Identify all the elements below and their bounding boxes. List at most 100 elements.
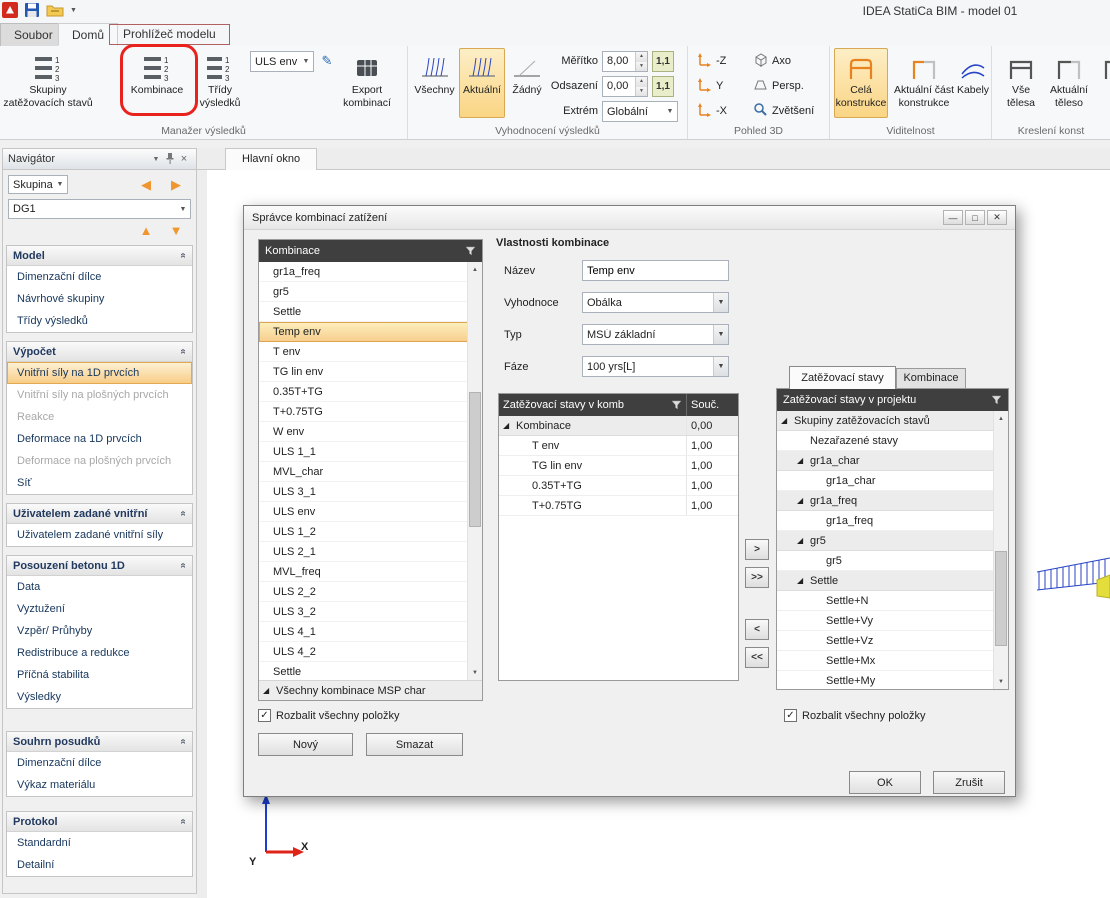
current-solid-button[interactable]: Aktuální těleso <box>1046 48 1092 118</box>
nav-section-header[interactable]: Výpočet» <box>7 342 192 362</box>
group-combo[interactable]: Skupina ▼ <box>8 175 68 194</box>
list-row[interactable]: gr1a_freq <box>259 262 482 282</box>
nav-item[interactable]: Reakce <box>7 406 192 428</box>
offset-toggle[interactable]: 1,1 <box>652 76 674 97</box>
remove-button[interactable]: < <box>745 619 769 640</box>
cables-button[interactable]: Kabely <box>956 48 990 118</box>
app-icon[interactable] <box>2 2 18 18</box>
list-row[interactable]: ULS 3_2 <box>259 602 482 622</box>
grid-row[interactable]: gr1a_freq <box>777 511 1008 531</box>
current-part-button[interactable]: Aktuální část konstrukce <box>892 48 956 118</box>
scroll-thumb[interactable] <box>469 392 481 527</box>
chevron-down-icon[interactable]: ▼ <box>149 156 163 163</box>
list-row[interactable]: 0.35T+TG <box>259 382 482 402</box>
expander-icon[interactable]: ◢ <box>797 536 810 545</box>
list-row[interactable]: ULS 4_1 <box>259 622 482 642</box>
nav-item[interactable]: Výsledky <box>7 686 192 708</box>
cancel-button[interactable]: Zrušit <box>933 771 1005 794</box>
view-minus-x-button[interactable]: -X <box>694 100 746 122</box>
nav-item[interactable]: Standardní <box>7 832 192 854</box>
nav-section-header[interactable]: Protokol» <box>7 812 192 832</box>
list-row[interactable]: MVL_char <box>259 462 482 482</box>
list-row[interactable]: W env <box>259 422 482 442</box>
nav-item[interactable]: Síť <box>7 472 192 494</box>
list-row[interactable]: ULS 3_1 <box>259 482 482 502</box>
nav-item[interactable]: Redistribuce a redukce <box>7 642 192 664</box>
nav-item[interactable]: Vyztužení <box>7 598 192 620</box>
scroll-up-icon[interactable]: ▲ <box>994 411 1008 426</box>
nav-section-header[interactable]: Uživatelem zadané vnitřní» <box>7 504 192 524</box>
phase-combo[interactable]: 100 yrs[L] ▼ <box>582 356 729 377</box>
design-group-combo[interactable]: DG1 ▼ <box>8 199 191 219</box>
grid-row[interactable]: Settle+Mx <box>777 651 1008 671</box>
nav-item[interactable]: Třídy výsledků <box>7 310 192 332</box>
grid-group-row[interactable]: ◢gr1a_char <box>777 451 1008 471</box>
new-button[interactable]: Nový <box>258 733 353 756</box>
all-results-button[interactable]: Všechny <box>412 48 457 118</box>
prev-arrow-button[interactable]: ◀ <box>131 178 161 191</box>
grid-group-row[interactable]: ◢gr5 <box>777 531 1008 551</box>
tab-combinations[interactable]: Kombinace <box>896 368 966 389</box>
list-row[interactable]: ULS 2_2 <box>259 582 482 602</box>
grid-row[interactable]: Settle+Vz <box>777 631 1008 651</box>
evaluation-combo[interactable]: Obálka ▼ <box>582 292 729 313</box>
nav-item[interactable]: Dimenzační dílce <box>7 752 192 774</box>
filter-icon[interactable] <box>671 400 682 410</box>
nav-item[interactable]: Vzpěr/ Průhyby <box>7 620 192 642</box>
nav-item[interactable]: Vnitřní síly na plošných prvcích <box>7 384 192 406</box>
save-icon[interactable] <box>24 2 40 18</box>
nav-item[interactable]: Výkaz materiálu <box>7 774 192 796</box>
grid-row[interactable]: Nezařazené stavy <box>777 431 1008 451</box>
combinations-button[interactable]: 123 Kombinace <box>124 48 190 118</box>
scale-toggle[interactable]: 1,1 <box>652 51 674 72</box>
scroll-down-icon[interactable]: ▼ <box>994 674 1008 689</box>
expand-all-left-checkbox[interactable]: ✓ Rozbalit všechny položky <box>258 709 400 722</box>
view-y-button[interactable]: Y <box>694 75 746 97</box>
view-minus-z-button[interactable]: -Z <box>694 50 746 72</box>
maximize-icon[interactable]: □ <box>965 210 985 225</box>
load-groups-button[interactable]: 123 Skupiny zatěžovacích stavů <box>4 48 92 118</box>
none-results-button[interactable]: Žádný <box>507 48 547 118</box>
grid-row[interactable]: gr1a_char <box>777 471 1008 491</box>
scroll-down-icon[interactable]: ▼ <box>468 665 482 680</box>
spin-down-icon[interactable]: ▼ <box>636 87 647 97</box>
name-input[interactable] <box>582 260 729 281</box>
filter-icon[interactable] <box>991 395 1002 405</box>
up-arrow-button[interactable]: ▲ <box>131 224 161 237</box>
list-row[interactable]: ULS 1_1 <box>259 442 482 462</box>
nav-section-header[interactable]: Posouzení betonu 1D» <box>7 556 192 576</box>
nav-item[interactable]: Data <box>7 576 192 598</box>
coefficient-cell[interactable]: 1,00 <box>686 496 738 515</box>
nav-item[interactable]: Dimenzační dílce <box>7 266 192 288</box>
splitter[interactable] <box>197 170 207 898</box>
list-group-footer[interactable]: ◢ Všechny kombinace MSP char <box>259 680 482 700</box>
grid-scrollbar[interactable]: ▲ ▼ <box>993 411 1008 689</box>
delete-button[interactable]: Smazat <box>366 733 463 756</box>
nav-item[interactable]: Deformace na plošných prvcích <box>7 450 192 472</box>
grid-row[interactable]: TG lin env 1,00 <box>499 456 738 476</box>
result-class-combo[interactable]: ULS env ▼ <box>250 51 314 72</box>
type-combo[interactable]: MSÚ základní ▼ <box>582 324 729 345</box>
grid-row[interactable]: Settle+Vy <box>777 611 1008 631</box>
scroll-thumb[interactable] <box>995 551 1007 646</box>
pin-icon[interactable] <box>163 152 177 167</box>
export-combinations-button[interactable]: Export kombinací <box>334 48 400 118</box>
expander-icon[interactable]: ◢ <box>797 456 810 465</box>
add-all-button[interactable]: >> <box>745 567 769 588</box>
close-icon[interactable]: × <box>177 153 191 165</box>
grid-group-row[interactable]: ◢Settle <box>777 571 1008 591</box>
expander-icon[interactable]: ◢ <box>503 421 516 430</box>
result-classes-button[interactable]: 123 Třídy výsledků <box>192 48 248 118</box>
expander-icon[interactable]: ◢ <box>797 496 810 505</box>
grid-group-row[interactable]: ◢Skupiny zatěžovacích stavů <box>777 411 1008 431</box>
current-results-button[interactable]: Aktuální <box>459 48 505 118</box>
open-folder-icon[interactable] <box>46 3 64 18</box>
expander-icon[interactable]: ◢ <box>263 686 276 695</box>
nav-section-header[interactable]: Model» <box>7 246 192 266</box>
scroll-up-icon[interactable]: ▲ <box>468 262 482 277</box>
expander-icon[interactable]: ◢ <box>781 416 794 425</box>
list-row[interactable]: T+0.75TG <box>259 402 482 422</box>
list-row[interactable]: MVL_freq <box>259 562 482 582</box>
close-icon[interactable]: ✕ <box>987 210 1007 225</box>
grid-group-row[interactable]: ◢Kombinace 0,00 <box>499 416 738 436</box>
